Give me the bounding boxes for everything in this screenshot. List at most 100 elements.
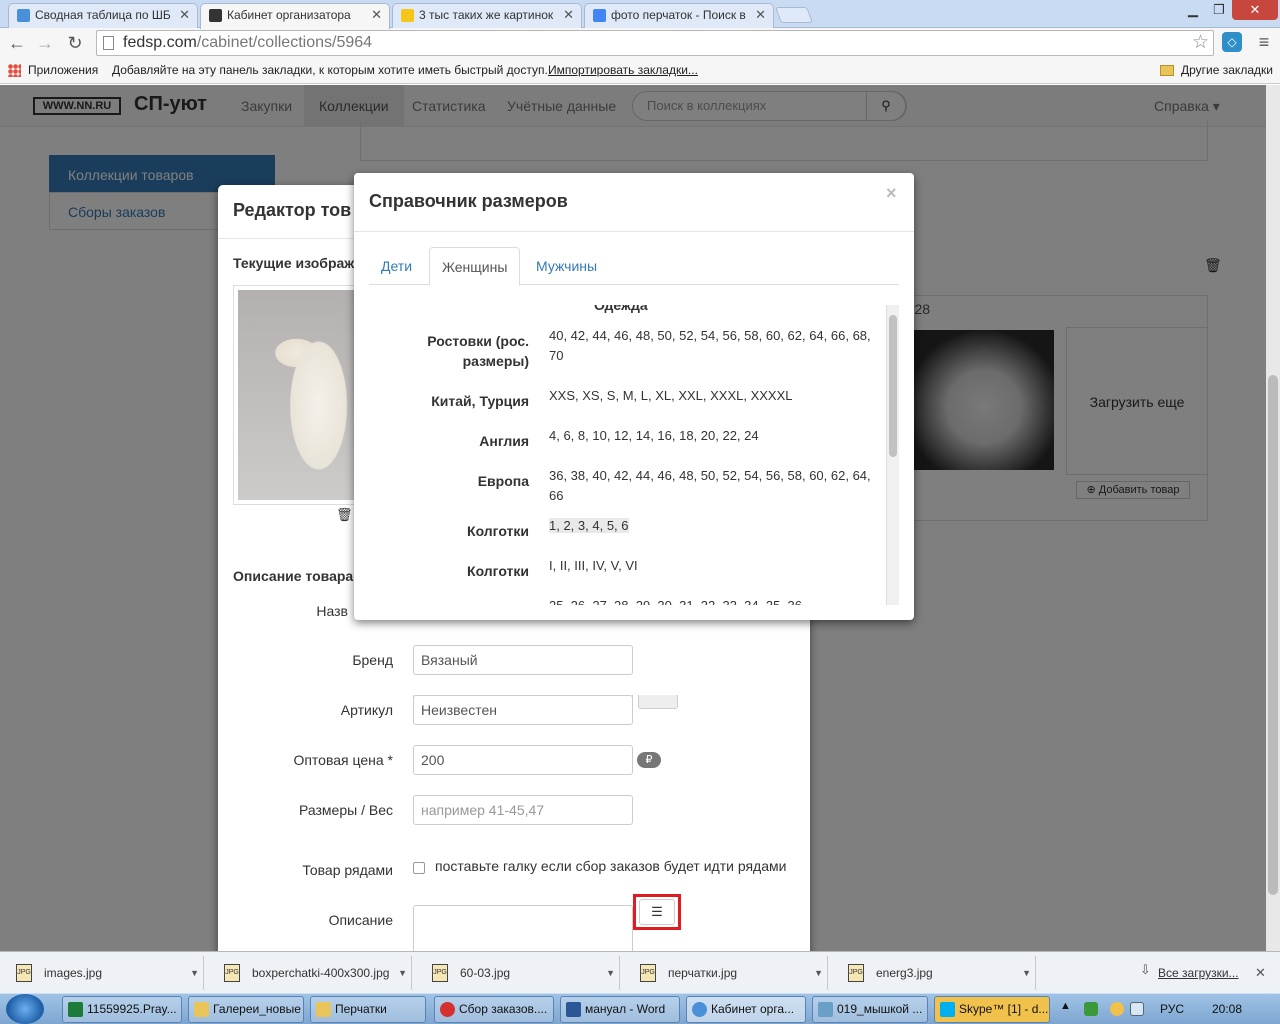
taskbar-item[interactable]: мануал - Word	[560, 996, 680, 1023]
windows-start-icon[interactable]	[6, 994, 44, 1024]
word-icon	[566, 1002, 581, 1017]
download-filename: 60-03.jpg	[460, 966, 511, 980]
tab-kids[interactable]: Дети	[369, 247, 424, 285]
browser-tab-strip: Сводная таблица по ШБ ✕ Кабинет организа…	[0, 0, 1280, 29]
reload-icon[interactable]: ↻	[64, 32, 86, 54]
size-row-label: Европа	[477, 473, 529, 489]
all-downloads-link[interactable]: Все загрузки...	[1158, 956, 1239, 990]
sku-input[interactable]: Неизвестен	[413, 695, 633, 725]
skype-icon	[940, 1002, 955, 1017]
opera-icon	[440, 1002, 455, 1017]
chevron-down-icon[interactable]: ▼	[606, 956, 615, 990]
import-bookmarks-link[interactable]: Импортировать закладки...	[548, 58, 698, 82]
chevron-down-icon[interactable]: ▼	[814, 956, 823, 990]
price-input[interactable]: 200	[413, 745, 633, 775]
back-arrow-icon[interactable]: ←	[6, 32, 28, 54]
name-button[interactable]	[638, 695, 678, 709]
description-textarea[interactable]	[413, 905, 633, 951]
list-icon[interactable]: ☰	[639, 899, 675, 925]
currency-badge: ₽	[637, 752, 661, 768]
taskbar-item[interactable]: Сбор заказов....	[434, 996, 554, 1023]
divider	[354, 231, 914, 232]
page-scrollbar-thumb[interactable]	[1268, 375, 1278, 895]
browser-tab[interactable]: Сводная таблица по ШБ ✕	[8, 3, 198, 28]
other-bookmarks[interactable]: Другие закладки	[1181, 58, 1273, 82]
size-chart-modal: Справочник размеров × Дети Женщины Мужчи…	[354, 173, 914, 620]
tray-expand-icon[interactable]: ▲	[1060, 1000, 1071, 1012]
size-row-label: Колготки	[467, 523, 529, 539]
google-favicon-icon	[593, 9, 606, 22]
close-icon[interactable]: ×	[886, 183, 897, 204]
close-icon[interactable]: ✕	[1255, 956, 1266, 990]
download-item[interactable]: JPG перчатки.jpg ▼	[628, 956, 828, 990]
close-icon[interactable]: ✕	[563, 4, 574, 26]
image-favicon-icon	[401, 9, 414, 22]
size-chart-scrollbar[interactable]	[886, 305, 899, 605]
address-bar[interactable]: fedsp.com/cabinet/collections/5964 ☆	[96, 30, 1214, 56]
browser-tab-active[interactable]: Кабинет организатора ✕	[200, 3, 390, 29]
extension-icon[interactable]: ◇	[1222, 32, 1242, 52]
sizes-input[interactable]: например 41-45,47	[413, 795, 633, 825]
delete-image-icon[interactable]: 🗑	[336, 507, 353, 523]
download-item[interactable]: JPG images.jpg ▼	[4, 956, 204, 990]
taskbar-item[interactable]: Skype™ [1] - d...	[934, 996, 1050, 1023]
size-row-values-text: 1, 2, 3, 4, 5, 6	[549, 518, 629, 533]
name-label: Назв	[316, 603, 348, 619]
chevron-down-icon[interactable]: ▼	[1022, 956, 1031, 990]
download-item[interactable]: JPG 60-03.jpg ▼	[420, 956, 620, 990]
language-indicator[interactable]: РУС	[1160, 994, 1184, 1024]
download-filename: перчатки.jpg	[668, 966, 738, 980]
tab-title: Сводная таблица по ШБ	[35, 8, 171, 22]
notification-icon[interactable]	[1110, 1002, 1124, 1016]
jpg-file-icon: JPG	[640, 964, 656, 982]
tab-title: Кабинет организатора	[227, 8, 351, 22]
price-label: Оптовая цена *	[293, 752, 393, 768]
size-chart-button-highlight[interactable]: ☰	[633, 894, 681, 930]
apps-grid-icon[interactable]	[8, 64, 21, 77]
apps-link[interactable]: Приложения	[28, 58, 98, 82]
page-scrollbar[interactable]	[1266, 85, 1280, 951]
taskbar-item-active[interactable]: Кабинет орга...	[686, 996, 806, 1023]
size-row-values: XXS, XS, S, M, L, XL, XXL, XXXL, XXXXL	[549, 388, 793, 403]
download-filename: images.jpg	[44, 966, 103, 980]
taskbar-label: Сбор заказов....	[459, 1002, 548, 1016]
bookmarks-hint: Добавляйте на эту панель закладки, к кот…	[112, 63, 548, 77]
download-filename: energ3.jpg	[876, 966, 933, 980]
download-item[interactable]: JPG energ3.jpg ▼	[836, 956, 1036, 990]
rows-checkbox[interactable]	[413, 862, 425, 874]
tab-men[interactable]: Мужчины	[524, 247, 609, 285]
close-icon[interactable]: ✕	[755, 4, 766, 26]
taskbar-item[interactable]: Перчатки	[310, 996, 426, 1023]
bookmarks-bar: Приложения Добавляйте на эту панель закл…	[0, 58, 1280, 84]
close-icon[interactable]: ✕	[179, 4, 190, 26]
taskbar-label: Галереи_новые	[213, 1002, 301, 1016]
brand-input[interactable]: Вязаный	[413, 645, 633, 675]
browser-tab[interactable]: фото перчаток - Поиск в ✕	[584, 3, 774, 28]
torrent-icon[interactable]	[1084, 1002, 1098, 1016]
taskbar-item[interactable]: 11559925.Pray...	[62, 996, 182, 1023]
taskbar-label: 11559925.Pray...	[87, 1002, 177, 1016]
size-table: Одежда Ростовки (рос. размеры) 40, 42, 4…	[369, 305, 899, 605]
jpg-file-icon: JPG	[848, 964, 864, 982]
chevron-down-icon[interactable]: ▼	[190, 956, 199, 990]
minimize-icon[interactable]: ▁	[1180, 0, 1206, 20]
bookmark-star-icon[interactable]: ☆	[1192, 31, 1209, 55]
download-arrow-icon: ⇩	[1140, 962, 1151, 977]
window-close-icon[interactable]: ✕	[1232, 0, 1278, 20]
chevron-down-icon[interactable]: ▼	[398, 956, 407, 990]
download-item[interactable]: JPG boxperchatki-400x300.jpg ▼	[212, 956, 412, 990]
close-icon[interactable]: ✕	[371, 4, 382, 26]
browser-tab[interactable]: 3 тыс таких же картинок ✕	[392, 3, 582, 28]
clock[interactable]: 20:08	[1212, 994, 1242, 1024]
tab-women[interactable]: Женщины	[429, 247, 521, 286]
chrome-menu-icon[interactable]: ≡	[1254, 32, 1274, 52]
new-tab-button[interactable]	[775, 7, 813, 23]
volume-icon[interactable]	[1130, 1002, 1144, 1016]
taskbar-item[interactable]: Галереи_новые	[188, 996, 304, 1023]
maximize-icon[interactable]: ❐	[1206, 0, 1232, 20]
taskbar-label: 019_мышкой ...	[837, 1002, 923, 1016]
folder-icon	[316, 1002, 331, 1017]
forward-arrow-icon[interactable]: →	[34, 32, 56, 54]
taskbar-item[interactable]: 019_мышкой ...	[812, 996, 928, 1023]
scrollbar-thumb[interactable]	[889, 315, 897, 457]
